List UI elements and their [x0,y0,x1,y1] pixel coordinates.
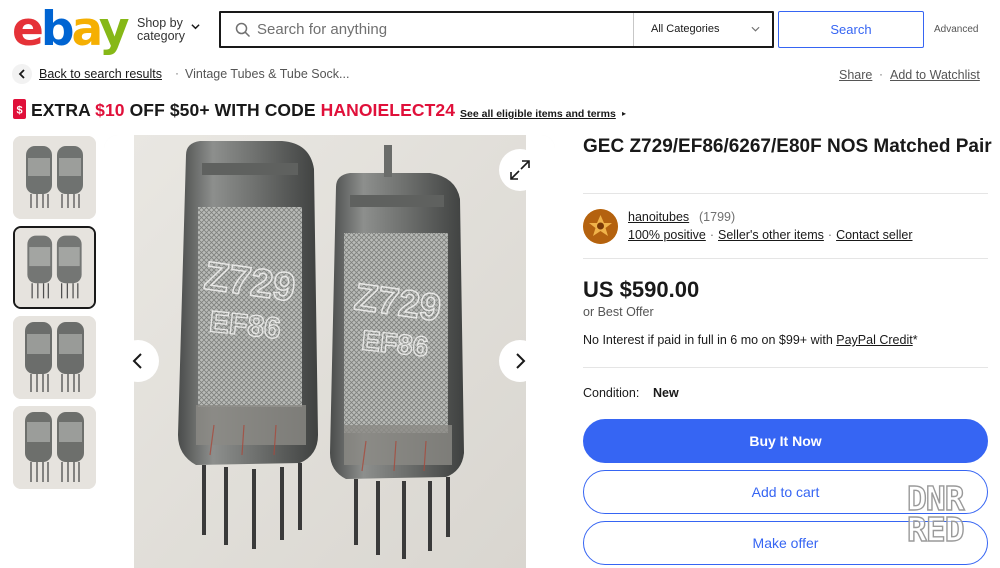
promo-code: HANOIELECT24 [320,100,456,120]
gallery-thumbnail[interactable] [13,406,96,489]
category-label: category [137,29,185,43]
tube-photo: Z729 EF86 Z729 EF86 [104,135,555,568]
divider [583,193,988,194]
divider [583,258,988,259]
category-select[interactable]: All Categories [633,13,772,46]
buy-it-now-button[interactable]: Buy It Now [583,419,988,463]
item-title: GEC Z729/EF86/6267/E80F NOS Matched Pair [583,136,992,157]
seller-links: 100% positive · Seller's other items · Conta… [628,228,913,242]
previous-image-button[interactable] [117,340,159,382]
promo-text: EXTRA [31,100,96,120]
svg-text:$: $ [16,105,22,117]
logo-letter: y [98,2,130,57]
paypal-credit-link[interactable]: PayPal Credit [836,333,912,347]
item-price: US $590.00 [583,277,700,302]
divider [583,367,988,368]
expand-image-button[interactable] [499,149,541,191]
seller-name-link[interactable]: hanoitubes [628,210,689,224]
tube-photo [13,406,96,489]
add-to-watchlist-link[interactable]: Add to Watchlist [890,68,980,82]
breadcrumb-category-link[interactable]: Vintage Tubes & Tube Sock... [185,67,349,81]
breadcrumb-separator: · [175,66,179,80]
share-link[interactable]: Share [839,68,872,82]
gallery-thumbnail-selected[interactable] [13,226,96,309]
seller-feedback-count: (1799) [699,210,736,224]
search-icon [235,22,251,38]
main-product-image[interactable]: Z729 EF86 Z729 EF86 [104,135,555,568]
back-button[interactable] [12,64,32,84]
contact-seller-link[interactable]: Contact seller [836,228,912,242]
seller-feedback-link[interactable]: 100% positive [628,228,706,242]
tube-photo [15,228,94,307]
watermark: DNR RED [906,481,987,549]
separator: · [827,228,833,242]
eligible-items-link[interactable]: See all eligible items and terms [460,108,616,120]
action-separator: · [879,67,883,81]
logo-letter: a [71,2,102,57]
price-tag-icon: $ [13,99,26,119]
chevron-down-icon [751,26,760,32]
chevron-left-icon [132,353,142,369]
search-bar: All Categories [219,11,774,48]
paypal-credit-notice: No Interest if paid in full in 6 mo on $… [583,333,918,347]
arrow-right-icon: ▸ [622,109,627,118]
condition-value: New [653,386,679,400]
separator: · [709,228,714,242]
seller-logo-icon [583,209,618,244]
credit-text: No Interest if paid in full in 6 mo on $… [583,333,837,347]
seller-avatar[interactable] [583,209,618,244]
search-input[interactable] [257,13,627,46]
search-button[interactable]: Search [778,11,924,48]
gallery-thumbnail[interactable] [13,316,96,399]
chevron-right-icon [516,353,526,369]
logo-letter: b [40,2,75,57]
seller-other-items-link[interactable]: Seller's other items [718,228,824,242]
promo-banner: EXTRA $10 OFF $50+ WITH CODE HANOIELECT2… [31,100,455,121]
next-image-button[interactable] [499,340,541,382]
watermark-line: RED [906,510,965,549]
promo-amount: $10 [95,100,125,120]
chevron-down-icon[interactable] [191,22,200,31]
promo-text: OFF $50+ WITH CODE [124,100,321,120]
tube-photo [13,316,96,399]
logo-letter: e [12,2,44,57]
ebay-logo[interactable]: ebay [12,6,129,53]
gallery-thumbnail[interactable] [13,136,96,219]
back-to-search-link[interactable]: Back to search results [39,67,162,81]
shop-by-category-button[interactable]: Shop by category [137,17,185,43]
best-offer-label: or Best Offer [583,305,654,319]
tube-photo [13,136,96,219]
expand-icon [510,160,530,180]
credit-asterisk: * [912,333,918,347]
condition-label: Condition: [583,386,640,400]
advanced-search-link[interactable]: Advanced [934,24,978,35]
category-select-label: All Categories [651,23,720,35]
arrow-left-icon [18,69,25,79]
